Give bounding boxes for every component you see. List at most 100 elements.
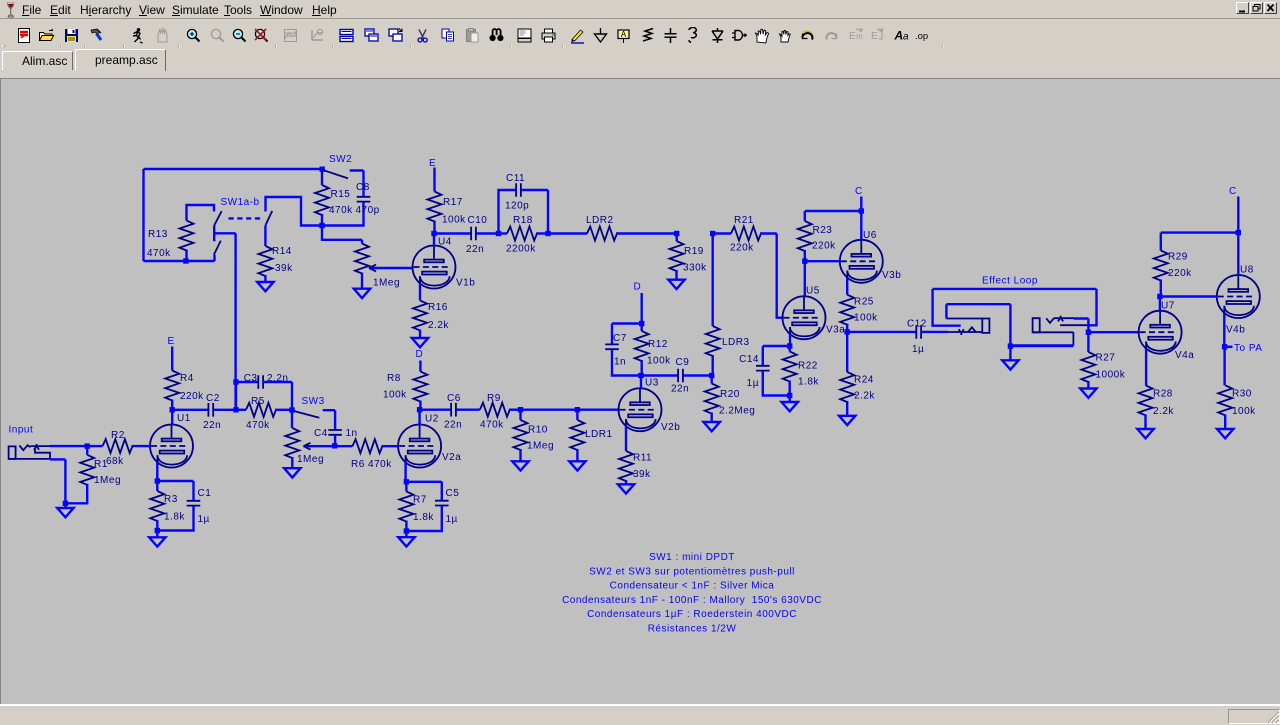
svg-text:R14: R14: [272, 246, 292, 257]
svg-text:U6: U6: [863, 230, 877, 241]
svg-text:U2: U2: [425, 414, 439, 425]
svg-text:220k: 220k: [812, 241, 836, 252]
svg-text:2200k: 2200k: [506, 244, 536, 255]
svg-text:U3: U3: [645, 378, 659, 389]
svg-text:Effect Loop: Effect Loop: [982, 276, 1038, 287]
svg-text:R2: R2: [111, 430, 125, 441]
svg-text:a: a: [903, 31, 909, 42]
svg-text:R10: R10: [528, 425, 548, 436]
svg-text:100k: 100k: [442, 215, 466, 226]
svg-text:22n: 22n: [203, 420, 221, 431]
svg-text:1µ: 1µ: [912, 344, 924, 355]
svg-text:V2a: V2a: [442, 452, 461, 463]
svg-text:1n: 1n: [614, 357, 626, 368]
svg-text:1Meg: 1Meg: [297, 454, 324, 465]
svg-text:E: E: [871, 31, 878, 42]
svg-text:SW3: SW3: [302, 396, 325, 407]
svg-text:1µ: 1µ: [446, 514, 458, 525]
svg-text:220k: 220k: [730, 243, 754, 254]
svg-text:470p: 470p: [356, 205, 380, 216]
svg-text:R21: R21: [734, 215, 754, 226]
svg-text:V4b: V4b: [1226, 325, 1245, 336]
svg-text:R25: R25: [854, 297, 874, 308]
svg-text:Condensateurs 1µF : Roederstei: Condensateurs 1µF : Roederstein 400VDC: [587, 609, 797, 620]
svg-text:C8: C8: [356, 182, 370, 193]
svg-text:C4: C4: [314, 428, 328, 439]
svg-text:C14: C14: [739, 354, 759, 365]
svg-text:U8: U8: [1240, 265, 1254, 276]
svg-text:R20: R20: [720, 389, 740, 400]
svg-text:39k: 39k: [275, 263, 293, 274]
svg-text:V1b: V1b: [456, 278, 475, 289]
svg-text:Résistances 1/2W: Résistances 1/2W: [648, 624, 737, 635]
svg-text:Condensateurs 1nF - 100nF : Ma: Condensateurs 1nF - 100nF : Mallory 150'…: [562, 595, 822, 606]
svg-text:1000k: 1000k: [1096, 370, 1126, 381]
svg-text:SW1 : mini DPDT: SW1 : mini DPDT: [649, 552, 735, 563]
svg-text:1µ: 1µ: [198, 514, 210, 525]
svg-text:120p: 120p: [505, 201, 529, 212]
svg-text:C11: C11: [506, 173, 525, 184]
svg-text:R9: R9: [487, 393, 501, 404]
svg-text:100k: 100k: [383, 390, 407, 401]
svg-text:R1: R1: [94, 459, 108, 470]
svg-text:C6: C6: [447, 393, 461, 404]
svg-text:R3: R3: [164, 494, 178, 505]
svg-text:R23: R23: [813, 225, 833, 236]
svg-text:D: D: [416, 349, 424, 360]
svg-text:39k: 39k: [633, 469, 651, 480]
svg-text:R27: R27: [1096, 353, 1116, 364]
svg-text:V4a: V4a: [1175, 350, 1194, 361]
svg-text:V3b: V3b: [882, 270, 901, 281]
svg-text:1.8k: 1.8k: [164, 512, 185, 523]
svg-text:SW2: SW2: [329, 154, 352, 165]
svg-text:U1: U1: [177, 413, 191, 424]
svg-text:2,2n: 2,2n: [267, 373, 288, 384]
svg-text:2.2k: 2.2k: [428, 320, 449, 331]
svg-text:Input: Input: [9, 425, 34, 436]
svg-text:R7: R7: [413, 495, 427, 506]
svg-text:100k: 100k: [854, 313, 878, 324]
svg-text:C1: C1: [198, 488, 212, 499]
svg-text:1.8k: 1.8k: [413, 512, 434, 523]
svg-text:C5: C5: [446, 488, 460, 499]
svg-text:1Meg: 1Meg: [94, 475, 121, 486]
svg-text:22n: 22n: [444, 420, 462, 431]
svg-text:E: E: [849, 31, 856, 42]
svg-text:R11: R11: [633, 453, 652, 464]
svg-text:C9: C9: [676, 357, 690, 368]
svg-text:To PA: To PA: [1234, 343, 1262, 354]
svg-text:V2b: V2b: [661, 422, 680, 433]
svg-text:R12: R12: [648, 339, 668, 350]
svg-text:R5: R5: [251, 396, 265, 407]
svg-text:R28: R28: [1153, 389, 1173, 400]
svg-text:R30: R30: [1232, 389, 1252, 400]
svg-text:R19: R19: [684, 246, 704, 257]
svg-text:SW2 et SW3 sur potentiomètres: SW2 et SW3 sur potentiomètres push-pull: [589, 566, 795, 577]
svg-text:1.8k: 1.8k: [798, 377, 819, 388]
svg-text:68k: 68k: [106, 456, 124, 467]
svg-text:C10: C10: [468, 215, 488, 226]
svg-text:V3a: V3a: [826, 325, 845, 336]
svg-text:E: E: [429, 158, 436, 169]
svg-text:A: A: [894, 28, 903, 42]
svg-text:330k: 330k: [683, 263, 707, 274]
svg-text:R15: R15: [331, 189, 351, 200]
svg-text:R16: R16: [428, 302, 448, 313]
svg-text:R13: R13: [148, 229, 168, 240]
svg-text:D: D: [634, 282, 642, 293]
svg-text:22n: 22n: [671, 384, 689, 395]
svg-text:2.2k: 2.2k: [1153, 406, 1174, 417]
svg-text:R6 470k: R6 470k: [351, 459, 392, 470]
svg-text:1Meg: 1Meg: [373, 278, 400, 289]
svg-text:C7: C7: [613, 333, 627, 344]
svg-text:100k: 100k: [1232, 406, 1256, 417]
svg-text:U5: U5: [806, 286, 820, 297]
svg-text:LDR1: LDR1: [585, 429, 613, 440]
svg-text:R24: R24: [854, 375, 874, 386]
svg-text:470k: 470k: [246, 420, 270, 431]
svg-text:R8: R8: [387, 373, 401, 384]
svg-text:LDR2: LDR2: [586, 215, 614, 226]
svg-text:SW1a-b: SW1a-b: [221, 197, 260, 208]
svg-text:LDR3: LDR3: [722, 337, 750, 348]
svg-text:220k: 220k: [180, 391, 204, 402]
